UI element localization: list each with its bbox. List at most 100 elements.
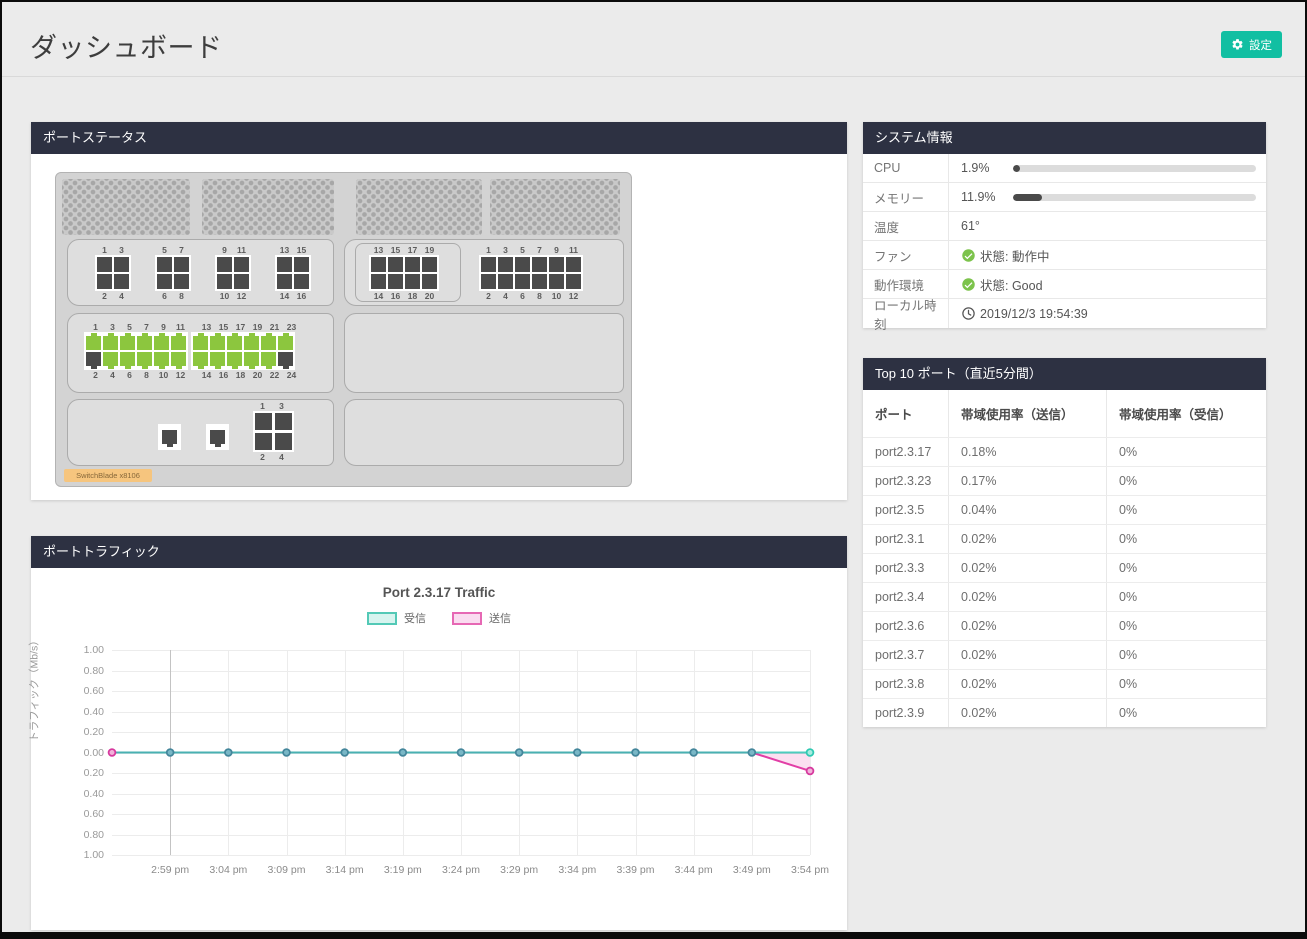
rj45-port[interactable] [103, 352, 118, 366]
data-point[interactable] [458, 749, 465, 756]
port[interactable] [405, 257, 420, 272]
data-point[interactable] [283, 749, 290, 756]
rj45-port[interactable] [86, 352, 101, 366]
port[interactable] [549, 257, 564, 272]
port[interactable] [275, 433, 292, 450]
port[interactable] [234, 257, 249, 272]
table-row[interactable]: port2.3.90.02%0% [863, 699, 1266, 727]
rj45-port[interactable] [103, 336, 118, 350]
vent-grille [490, 179, 620, 235]
rj45-port[interactable] [171, 336, 186, 350]
data-point[interactable] [574, 749, 581, 756]
table-row[interactable]: port2.3.60.02%0% [863, 612, 1266, 641]
table-row[interactable]: port2.3.40.02%0% [863, 583, 1266, 612]
port[interactable] [277, 274, 292, 289]
port[interactable] [532, 274, 547, 289]
data-point[interactable] [748, 749, 755, 756]
port[interactable] [114, 257, 129, 272]
port[interactable] [174, 257, 189, 272]
port[interactable] [371, 274, 386, 289]
port[interactable] [388, 274, 403, 289]
port[interactable] [157, 274, 172, 289]
settings-button[interactable]: 設定 [1221, 31, 1282, 58]
port[interactable] [217, 274, 232, 289]
port[interactable] [114, 274, 129, 289]
rj45-port[interactable] [137, 336, 152, 350]
port[interactable] [255, 433, 272, 450]
port[interactable] [515, 257, 530, 272]
port[interactable] [97, 257, 112, 272]
rj45-port[interactable] [244, 336, 259, 350]
table-row[interactable]: port2.3.50.04%0% [863, 496, 1266, 525]
rj45-port[interactable] [278, 336, 293, 350]
console-port[interactable] [162, 430, 177, 444]
data-point-send[interactable] [109, 749, 116, 756]
switch-chassis[interactable]: 1324576891110121315141613151719141618201… [55, 172, 632, 487]
data-point-send[interactable] [807, 768, 814, 775]
port[interactable] [566, 257, 581, 272]
rj45-port[interactable] [210, 336, 225, 350]
table-row[interactable]: port2.3.80.02%0% [863, 670, 1266, 699]
port[interactable] [294, 274, 309, 289]
rj45-port[interactable] [137, 352, 152, 366]
rj45-port[interactable] [171, 352, 186, 366]
data-point-receive[interactable] [807, 749, 814, 756]
system-row-label: CPU [863, 154, 949, 182]
port[interactable] [549, 274, 564, 289]
port[interactable] [371, 257, 386, 272]
rj45-port[interactable] [261, 352, 276, 366]
port[interactable] [277, 257, 292, 272]
port[interactable] [234, 274, 249, 289]
y-tick-label: 0.60 [60, 808, 104, 820]
port[interactable] [422, 257, 437, 272]
data-point[interactable] [225, 749, 232, 756]
data-point[interactable] [632, 749, 639, 756]
port[interactable] [97, 274, 112, 289]
rj45-port[interactable] [227, 352, 242, 366]
data-point[interactable] [690, 749, 697, 756]
table-row[interactable]: port2.3.30.02%0% [863, 554, 1266, 583]
port[interactable] [481, 257, 496, 272]
port[interactable] [294, 257, 309, 272]
port[interactable] [481, 274, 496, 289]
table-row[interactable]: port2.3.170.18%0% [863, 438, 1266, 467]
port[interactable] [532, 257, 547, 272]
table-row[interactable]: port2.3.230.17%0% [863, 467, 1266, 496]
table-row[interactable]: port2.3.70.02%0% [863, 641, 1266, 670]
rj45-port[interactable] [154, 352, 169, 366]
port[interactable] [388, 257, 403, 272]
port[interactable] [275, 413, 292, 430]
rj45-port[interactable] [120, 336, 135, 350]
rj45-port[interactable] [210, 352, 225, 366]
data-point[interactable] [399, 749, 406, 756]
rj45-port[interactable] [193, 352, 208, 366]
data-point[interactable] [167, 749, 174, 756]
legend-item[interactable]: 受信 [367, 610, 426, 626]
port[interactable] [255, 413, 272, 430]
port[interactable] [157, 257, 172, 272]
data-point[interactable] [341, 749, 348, 756]
rj45-port[interactable] [120, 352, 135, 366]
rj45-port[interactable] [261, 336, 276, 350]
console-port[interactable] [210, 430, 225, 444]
data-point[interactable] [516, 749, 523, 756]
rj45-port[interactable] [227, 336, 242, 350]
chart-plot-area[interactable]: 1.000.800.600.400.200.000.200.400.600.80… [112, 650, 810, 855]
rj45-port[interactable] [86, 336, 101, 350]
port[interactable] [498, 274, 513, 289]
port[interactable] [498, 257, 513, 272]
table-row[interactable]: port2.3.10.02%0% [863, 525, 1266, 554]
port[interactable] [405, 274, 420, 289]
port[interactable] [566, 274, 581, 289]
status-ok-icon [961, 277, 976, 292]
rj45-port[interactable] [193, 336, 208, 350]
port[interactable] [174, 274, 189, 289]
rj45-port[interactable] [154, 336, 169, 350]
port[interactable] [515, 274, 530, 289]
port[interactable] [217, 257, 232, 272]
port[interactable] [422, 274, 437, 289]
page-title: ダッシュボード [30, 26, 223, 65]
rj45-port[interactable] [244, 352, 259, 366]
rj45-port[interactable] [278, 352, 293, 366]
legend-item[interactable]: 送信 [452, 610, 511, 626]
